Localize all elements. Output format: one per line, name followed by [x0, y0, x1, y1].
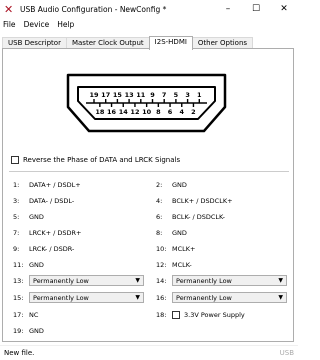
pin-14: 14: — [156, 277, 167, 285]
pin-14-select[interactable]: Permanently Low ▼ — [172, 275, 287, 286]
tab-i2s-hdmi[interactable]: I2S-HDMI — [148, 36, 193, 50]
connector-pin-label-10: 10 — [142, 108, 152, 116]
connector-pin-label-3: 3 — [185, 91, 190, 99]
connector-pin-label-1: 1 — [197, 91, 202, 99]
app-icon: ✕ — [4, 2, 14, 16]
connector-pin-label-18: 18 — [95, 108, 105, 116]
connector-pin-label-9: 9 — [150, 91, 155, 99]
reverse-phase-label: Reverse the Phase of DATA and LRCK Signa… — [23, 156, 181, 164]
pin-18: 18: 3.3V Power Supply — [156, 311, 245, 319]
pin-12: 12: MCLK- — [156, 261, 192, 269]
connector-pin-label-5: 5 — [174, 91, 179, 99]
pin-13-select[interactable]: Permanently Low ▼ — [29, 275, 144, 286]
pin-19: 19: GND — [13, 327, 44, 335]
chevron-down-icon: ▼ — [278, 277, 283, 284]
reverse-phase-checkbox[interactable] — [11, 156, 19, 164]
pin-16-select[interactable]: Permanently Low ▼ — [172, 292, 287, 303]
separator — [9, 171, 289, 172]
pin-15: 15: — [13, 294, 24, 302]
close-button[interactable]: ✕ — [270, 0, 298, 18]
i2s-hdmi-panel: 19 17 15 13 11 9 7 5 3 1 18 16 14 12 10 8 6 4 2 Reverse th… — [2, 48, 294, 342]
status-text: New file. — [4, 349, 35, 357]
reverse-phase-row[interactable]: Reverse the Phase of DATA and LRCK Signa… — [11, 156, 180, 164]
pin-6: 6: BCLK- / DSDCLK- — [156, 213, 225, 221]
window-controls: – ☐ ✕ — [214, 0, 298, 18]
pin-11: 11: GND — [13, 261, 44, 269]
connector-pin-label-4: 4 — [179, 108, 184, 116]
pin-10: 10: MCLK+ — [156, 245, 196, 253]
hdmi-connector-diagram: 19 17 15 13 11 9 7 5 3 1 18 16 14 12 10 8 6 4 2 — [66, 73, 227, 133]
connector-pin-label-19: 19 — [89, 91, 99, 99]
maximize-button[interactable]: ☐ — [242, 0, 270, 18]
connector-pin-label-13: 13 — [125, 91, 134, 99]
pin-17: 17: NC — [13, 311, 39, 319]
connector-pin-label-11: 11 — [136, 91, 146, 99]
pin-3: 3: DATA- / DSDL- — [13, 197, 75, 205]
connector-pin-label-6: 6 — [168, 108, 173, 116]
connector-pin-label-14: 14 — [119, 108, 129, 116]
pin-5: 5: GND — [13, 213, 44, 221]
connector-pin-label-15: 15 — [113, 91, 123, 99]
status-bar: New file. USB — [0, 345, 298, 360]
menu-device[interactable]: Device — [24, 20, 50, 29]
pin-18-power-checkbox[interactable] — [172, 311, 180, 319]
status-usb: USB — [279, 349, 294, 357]
connector-pin-label-8: 8 — [156, 108, 161, 116]
menu-help[interactable]: Help — [57, 20, 74, 29]
connector-pin-label-12: 12 — [130, 108, 139, 116]
pin-13: 13: — [13, 277, 24, 285]
pin-15-select[interactable]: Permanently Low ▼ — [29, 292, 144, 303]
pin-4: 4: BCLK+ / DSDCLK+ — [156, 197, 233, 205]
minimize-button[interactable]: – — [214, 0, 242, 18]
pin-16: 16: — [156, 294, 167, 302]
connector-pin-label-7: 7 — [162, 91, 167, 99]
chevron-down-icon: ▼ — [135, 277, 140, 284]
pin-2: 2: GND — [156, 181, 187, 189]
window-title: USB Audio Configuration - NewConfig * — [20, 4, 167, 14]
pin-1: 1: DATA+ / DSDL+ — [13, 181, 81, 189]
connector-pin-label-2: 2 — [191, 108, 196, 116]
connector-pin-label-16: 16 — [107, 108, 117, 116]
connector-pin-label-17: 17 — [101, 91, 110, 99]
chevron-down-icon: ▼ — [278, 294, 283, 301]
title-bar: ✕ USB Audio Configuration - NewConfig * … — [0, 0, 298, 18]
chevron-down-icon: ▼ — [135, 294, 140, 301]
pin-9: 9: LRCK- / DSDR- — [13, 245, 75, 253]
pin-8: 8: GND — [156, 229, 187, 237]
menu-bar: File Device Help — [0, 18, 298, 31]
pin-7: 7: LRCK+ / DSDR+ — [13, 229, 82, 237]
menu-file[interactable]: File — [3, 20, 16, 29]
